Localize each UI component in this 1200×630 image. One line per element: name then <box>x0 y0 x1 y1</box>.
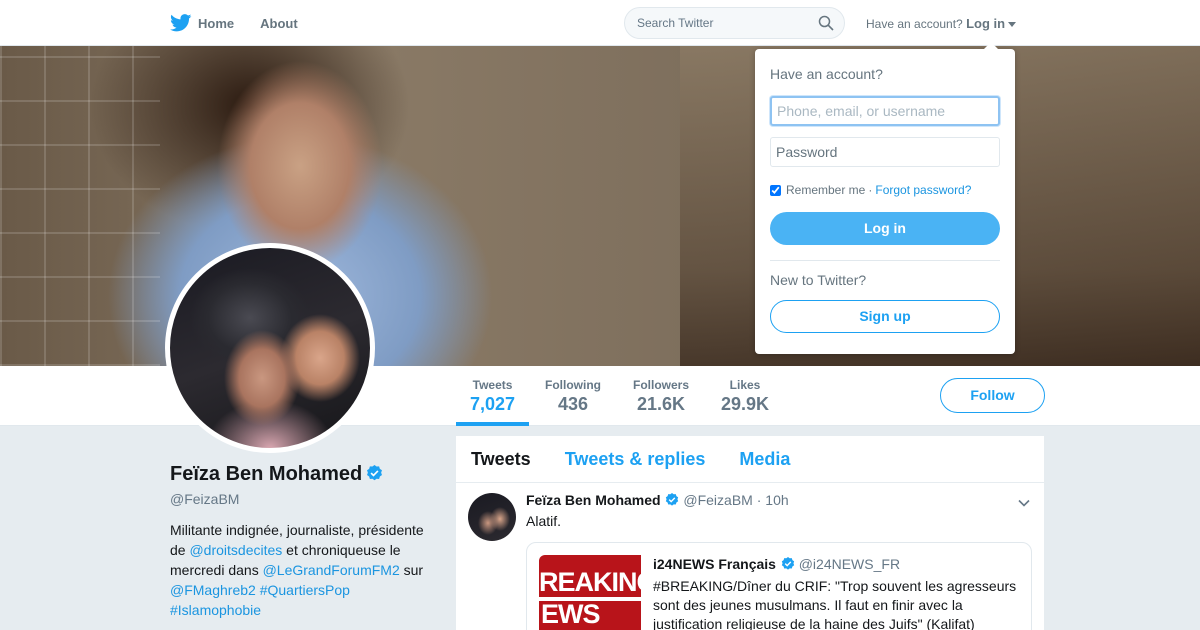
tweet-handle[interactable]: @FeizaBM <box>683 492 752 508</box>
quoted-handle[interactable]: @i24NEWS_FR <box>799 556 900 572</box>
quoted-tweet-text: #BREAKING/Dîner du CRIF: "Trop souvent l… <box>653 578 1017 630</box>
profile-avatar[interactable] <box>165 243 375 453</box>
quoted-tweet-image: REAKING EWS <box>539 555 641 630</box>
stat-label: Following <box>545 378 601 392</box>
tweet-header: Feïza Ben Mohamed @FeizaBM · 10h <box>526 492 789 508</box>
quoted-tweet-header: i24NEWS Français @i24NEWS_FR <box>653 556 900 572</box>
username-field[interactable] <box>770 96 1000 126</box>
bio-link-legrandforum[interactable]: @LeGrandForumFM2 <box>263 562 400 578</box>
forgot-password-link[interactable]: Forgot password? <box>875 183 971 197</box>
bio-hashtag-quartierspop[interactable]: #QuartiersPop <box>260 582 350 598</box>
quoted-tweet[interactable]: REAKING EWS i24NEWS Français @i24NEWS_FR… <box>526 542 1032 630</box>
stat-likes[interactable]: Likes 29.9K <box>721 378 769 415</box>
login-dropdown: Have an account? Remember me · Forgot pa… <box>755 42 1015 354</box>
caret-down-icon[interactable] <box>1008 22 1017 28</box>
account-menu[interactable]: Have an account? Log in <box>866 16 1017 31</box>
search-input[interactable]: Search Twitter <box>624 7 845 39</box>
chevron-down-icon[interactable] <box>1018 497 1030 509</box>
remember-row: Remember me · Forgot password? <box>770 183 971 197</box>
stat-label: Followers <box>633 378 690 392</box>
profile-name-text: Feïza Ben Mohamed <box>170 463 363 485</box>
tweet-avatar[interactable] <box>468 493 516 541</box>
remember-me-label[interactable]: Remember me <box>786 183 865 197</box>
tweet-time[interactable]: 10h <box>765 492 788 508</box>
tab-media[interactable]: Media <box>739 449 790 470</box>
bio-link-droitsdecites[interactable]: @droitsdecites <box>189 542 282 558</box>
new-to-twitter-label: New to Twitter? <box>770 272 867 288</box>
tweet[interactable]: Feïza Ben Mohamed @FeizaBM · 10h Alatif.… <box>456 483 1044 630</box>
timeline-tabs: Tweets Tweets & replies Media <box>456 436 1044 483</box>
profile-bio: Militante indignée, journaliste, préside… <box>170 520 435 620</box>
timeline: Tweets Tweets & replies Media Feïza Ben … <box>456 436 1044 630</box>
banner-window-grid <box>0 46 160 366</box>
verified-badge-icon <box>781 557 794 570</box>
tweet-text: Alatif. <box>526 513 562 529</box>
top-nav-bar: Home About Search Twitter Have an accoun… <box>0 0 1200 46</box>
search-icon[interactable] <box>818 15 834 31</box>
quoted-author[interactable]: i24NEWS Français <box>653 556 776 572</box>
image-text: EWS <box>541 599 601 629</box>
stat-following[interactable]: Following 436 <box>545 378 601 415</box>
tweet-author[interactable]: Feïza Ben Mohamed <box>526 492 661 508</box>
verified-badge-icon <box>367 465 383 481</box>
verified-badge-icon <box>666 493 679 506</box>
about-link[interactable]: About <box>260 16 298 31</box>
image-text: REAKING <box>539 567 641 597</box>
stat-value: 29.9K <box>721 394 770 414</box>
remember-me-checkbox[interactable] <box>770 184 781 196</box>
remember-separator: · <box>868 183 873 197</box>
login-dropdown-title: Have an account? <box>770 66 883 82</box>
profile-handle: @FeizaBM <box>170 491 240 507</box>
stat-value: 21.6K <box>636 394 686 414</box>
login-button[interactable]: Log in <box>770 212 1000 245</box>
follow-button[interactable]: Follow <box>940 378 1045 413</box>
stat-tweets[interactable]: Tweets 7,027 <box>456 378 530 426</box>
tweet-separator: · <box>756 492 762 508</box>
bio-link-fmaghreb2[interactable]: @FMaghreb2 <box>170 582 256 598</box>
signup-button[interactable]: Sign up <box>770 300 1000 333</box>
login-menu-toggle[interactable]: Log in <box>966 16 1005 31</box>
tab-tweets[interactable]: Tweets <box>471 449 531 470</box>
stat-followers[interactable]: Followers 21.6K <box>633 378 689 415</box>
stat-label: Likes <box>729 378 761 392</box>
nav-left: Home About <box>170 0 324 46</box>
account-prompt: Have an account? <box>866 17 963 31</box>
profile-name: Feïza Ben Mohamed <box>170 463 383 486</box>
search-placeholder: Search Twitter <box>637 16 714 30</box>
stat-value: 436 <box>557 394 589 414</box>
bio-hashtag-islamophobie[interactable]: #Islamophobie <box>170 602 261 618</box>
stat-value: 7,027 <box>470 394 516 414</box>
twitter-bird-icon[interactable] <box>170 14 192 32</box>
divider <box>770 260 1000 261</box>
home-link[interactable]: Home <box>198 16 234 31</box>
stat-label: Tweets <box>472 378 513 392</box>
bio-text: sur <box>399 562 424 578</box>
tab-tweets-replies[interactable]: Tweets & replies <box>565 449 706 470</box>
password-field[interactable] <box>770 137 1000 167</box>
